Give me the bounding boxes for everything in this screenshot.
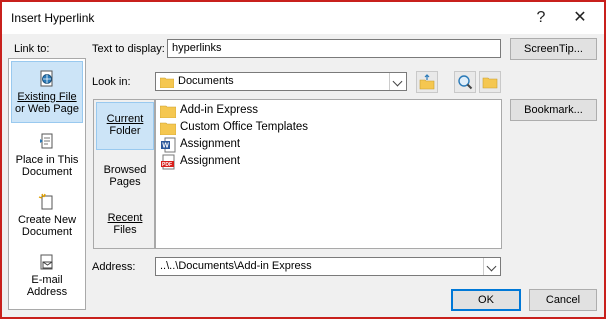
email-address-line2: Address — [26, 286, 68, 298]
link-to-place-in-document[interactable]: Place in This Document — [11, 133, 83, 183]
folder-icon — [160, 77, 174, 88]
list-item[interactable]: Custom Office Templates — [159, 119, 309, 136]
create-new-document-line2: Document — [21, 226, 73, 238]
cancel-button[interactable]: Cancel — [529, 289, 597, 311]
current-folder-line1: Current — [106, 113, 144, 125]
pdf-icon: PDF — [161, 154, 175, 169]
address-value: ..\..\Documents\Add-in Express — [160, 260, 312, 272]
place-in-document-line2: Document — [21, 166, 73, 178]
search-web-icon — [458, 75, 473, 90]
chevron-down-icon[interactable] — [483, 258, 500, 275]
look-in-label: Look in: — [92, 76, 131, 88]
recent-files-line1: Recent — [107, 212, 143, 224]
up-folder-button[interactable] — [416, 71, 438, 93]
close-button[interactable]: ✕ — [565, 6, 595, 30]
recent-files-line2: Files — [113, 224, 137, 236]
open-folder-icon — [482, 77, 498, 89]
look-in-value: Documents — [178, 75, 234, 87]
email-address-line1: E-mail — [31, 274, 63, 286]
address-label: Address: — [92, 261, 136, 273]
folder-icon — [159, 105, 177, 118]
list-item[interactable]: W Assignment — [160, 136, 240, 153]
file-name: Add-in Express — [180, 104, 258, 116]
screentip-button[interactable]: ScreenTip... — [510, 38, 597, 60]
email-icon — [40, 254, 53, 270]
new-document-icon — [38, 193, 53, 210]
up-folder-icon — [419, 74, 435, 90]
look-in-combo[interactable]: Documents — [155, 72, 407, 91]
svg-text:W: W — [162, 142, 169, 149]
browse-web-button[interactable] — [454, 71, 476, 93]
file-name: Assignment — [180, 155, 241, 167]
browsed-pages-line2: Pages — [109, 176, 141, 188]
place-in-document-line1: Place in This — [15, 154, 79, 166]
nav-current-folder[interactable]: Current Folder — [96, 102, 154, 150]
browse-file-button[interactable] — [479, 71, 501, 93]
link-to-panel: Existing File or Web Page Place in This … — [8, 58, 86, 310]
file-name: Custom Office Templates — [180, 121, 309, 133]
current-folder-line2: Folder — [109, 125, 141, 137]
ok-button[interactable]: OK — [451, 289, 521, 311]
link-to-label: Link to: — [14, 43, 50, 55]
list-item[interactable]: Add-in Express — [159, 102, 258, 119]
chevron-down-icon[interactable] — [389, 73, 406, 90]
link-to-existing-file[interactable]: Existing File or Web Page — [11, 61, 83, 123]
folder-icon — [159, 122, 177, 135]
create-new-document-line1: Create New — [17, 214, 77, 226]
existing-file-line1: Existing File — [17, 91, 77, 103]
text-to-display-label: Text to display: — [92, 43, 165, 55]
browse-nav-panel: Current Folder Browsed Pages Recent File… — [93, 99, 155, 249]
address-combo[interactable]: ..\..\Documents\Add-in Express — [155, 257, 501, 276]
text-to-display-input[interactable]: hyperlinks — [167, 39, 501, 58]
link-to-create-new-document[interactable]: Create New Document — [11, 193, 83, 243]
globe-page-icon — [40, 70, 53, 87]
svg-text:PDF: PDF — [162, 162, 172, 168]
nav-recent-files[interactable]: Recent Files — [96, 208, 154, 244]
nav-browsed-pages[interactable]: Browsed Pages — [96, 160, 154, 196]
word-doc-icon: W — [161, 137, 176, 152]
browsed-pages-line1: Browsed — [103, 164, 147, 176]
existing-file-line2: or Web Page — [14, 103, 79, 115]
title-bar: Insert Hyperlink ? ✕ — [2, 2, 604, 34]
list-item[interactable]: PDF Assignment — [160, 153, 240, 170]
help-button[interactable]: ? — [526, 6, 556, 30]
document-bookmark-icon — [40, 133, 53, 149]
dialog-title: Insert Hyperlink — [11, 11, 95, 25]
file-name: Assignment — [180, 138, 241, 150]
bookmark-button[interactable]: Bookmark... — [510, 99, 597, 121]
insert-hyperlink-dialog: Insert Hyperlink ? ✕ Link to: Existing F… — [0, 0, 606, 319]
file-list: Add-in Express Custom Office Templates W… — [155, 99, 502, 249]
link-to-email-address[interactable]: E-mail Address — [11, 253, 83, 303]
